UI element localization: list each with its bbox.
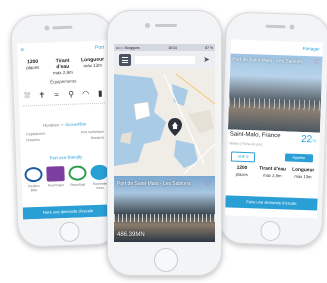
port-photo-card[interactable]: Port de Saint-Malo - Les Sablons ♡ 486.3… — [114, 176, 215, 242]
menu-button[interactable] — [119, 54, 131, 66]
equipements-title: Équipements — [50, 78, 77, 85]
port-technique-value: Horaires — [90, 135, 105, 141]
stat-places: 1200 places — [26, 58, 40, 71]
phone-camera — [145, 23, 150, 28]
capitainerie-value: Horaires — [26, 137, 40, 143]
ports-propres-icon — [46, 166, 65, 182]
capitainerie-label: Capitainerie — [26, 131, 46, 137]
port-details-screen: ✕ Port 1200 places Tirant d'eau max 2,8m L… — [16, 40, 114, 220]
call-button[interactable]: Appeler — [284, 153, 314, 163]
close-icon[interactable]: ✕ — [20, 47, 24, 53]
battery: 87 % — [205, 45, 213, 50]
favorite-heart-icon[interactable]: ♡ — [313, 58, 320, 66]
nav-port-link[interactable]: Port — [95, 45, 104, 51]
stat-places: 1200 places — [235, 165, 248, 177]
equipements-icons: ⛆ ✝ ≈ ⚲ ◠ ▮ — [23, 89, 105, 101]
recycle-icon — [68, 165, 87, 181]
app-showcase: ✕ Port 1200 places Tirant d'eau max 2,8m L… — [0, 0, 327, 283]
phone-left: ✕ Port 1200 places Tirant d'eau max 2,8m L… — [9, 12, 121, 248]
port-stats: 1200 places Tirant d'eau max 2,8m Longueur… — [18, 56, 109, 77]
home-button — [59, 221, 80, 243]
eco-badge-labels: Pavillon Bleu Port Propre Recyclage Econ… — [28, 181, 108, 193]
favorite-heart-icon[interactable]: ♡ — [204, 179, 211, 188]
photo-caption: Port de Saint-Malo - Les Sablons — [117, 181, 191, 187]
stat-tirant: Tirant d'eau max 2,8m — [259, 166, 287, 179]
swimmer-icon: ≈ — [54, 90, 59, 100]
home-button — [260, 220, 281, 242]
person-icon: ✝ — [38, 90, 46, 100]
request-stopover-button[interactable]: Faire une demande d'escale — [22, 204, 114, 220]
port-technique-label: Port technique — [80, 129, 105, 135]
phone-right: Partager Port de Saint-Malo - Les Sablon… — [217, 11, 327, 247]
stat-longueur: Longueur max 13m — [80, 56, 105, 69]
port-photo: Port de Saint-Malo - Les Sablons ♡ — [227, 53, 323, 133]
carrier: •••○○ Bouygues — [116, 45, 140, 50]
restroom-icon: ⚲ — [67, 89, 75, 99]
hours-values-row: Horaires Horaires — [26, 136, 104, 143]
locate-arrow-icon[interactable]: ➤ — [201, 54, 212, 65]
top-bar: ✕ Port — [17, 40, 107, 57]
phone-speaker — [265, 24, 286, 29]
horaires-row: Horaires — Accueil/Bar — [43, 121, 87, 128]
stat-longueur: Longueur max 13m — [292, 167, 315, 180]
port-stats: 1200 places Tirant d'eau max 2,8m Longueur… — [226, 165, 318, 179]
distance: 486.39MN — [117, 232, 145, 238]
photo-caption: Port de Saint-Malo - Les Sablons — [232, 57, 303, 65]
port-overview-screen: Partager Port de Saint-Malo - Les Sablon… — [224, 39, 324, 219]
request-stopover-button[interactable]: Faire une demande d'escale — [225, 195, 318, 211]
water-drop-icon — [90, 164, 109, 181]
pavillon-bleu-icon — [24, 166, 43, 183]
share-link[interactable]: Partager — [302, 46, 319, 52]
stat-tirant: Tirant d'eau max 2,8m — [53, 57, 73, 76]
city-name: Saint-Malo, France — [229, 131, 281, 140]
phone-speaker — [155, 24, 177, 27]
shower-icon: ⛆ — [23, 91, 31, 101]
map-screen: •••○○ Bouygues 18:34 87 % ➤ Port de Sain… — [114, 44, 215, 242]
temperature: 22°C — [300, 133, 317, 146]
clock: 18:34 — [168, 45, 177, 50]
phone-camera — [44, 25, 50, 31]
search-input[interactable] — [135, 56, 195, 64]
phone-center: •••○○ Bouygues 18:34 87 % ➤ Port de Sain… — [107, 10, 222, 276]
home-button — [154, 248, 178, 272]
vhf-button[interactable]: VHF 9 — [230, 151, 256, 163]
wifi-icon: ◠ — [81, 89, 90, 99]
eco-title: Port eco-friendly — [49, 154, 83, 161]
map-pin-icon[interactable] — [168, 118, 182, 136]
phone-speaker — [52, 25, 73, 30]
accueil-link[interactable]: Accueil/Bar — [65, 121, 86, 127]
weather-subtext: Météo | Fiche du port — [229, 141, 263, 147]
phone-camera — [289, 24, 295, 30]
port-info: Saint-Malo, France 22°C Météo | Fiche du… — [225, 129, 320, 197]
fuel-icon: ▮ — [97, 88, 103, 98]
eco-badges — [24, 164, 109, 183]
divider — [23, 102, 106, 108]
status-bar: •••○○ Bouygues 18:34 87 % — [114, 44, 215, 51]
